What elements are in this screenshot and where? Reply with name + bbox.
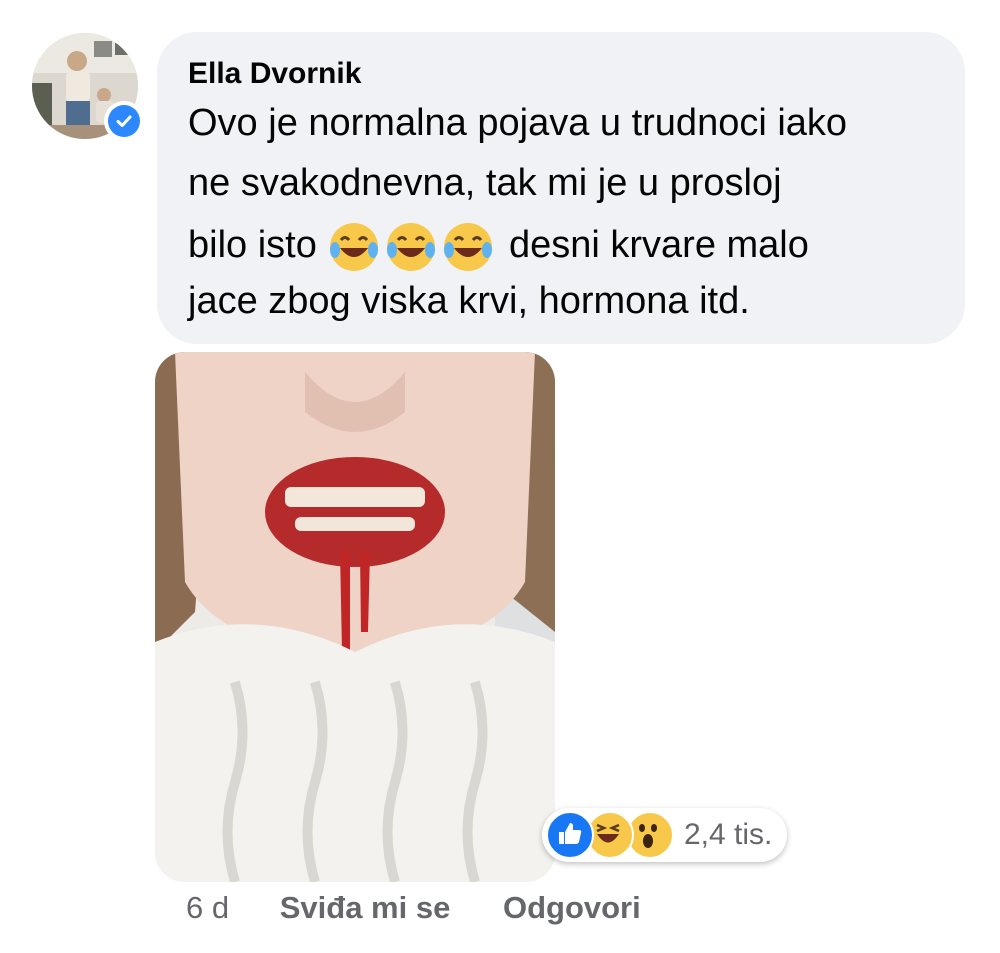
comment-text-line-with-emoji: bilo isto desni krvare malo — [188, 220, 809, 274]
reaction-count: 2,4 tis. — [684, 818, 773, 851]
comment-author-name[interactable]: Ella Dvornik — [188, 56, 933, 92]
reply-button[interactable]: Odgovori — [503, 890, 641, 926]
like-button[interactable]: Sviđa mi se — [280, 890, 451, 926]
verified-badge-icon — [104, 101, 144, 141]
like-reaction-icon — [546, 811, 594, 859]
laughing-with-tears-emoji — [441, 220, 495, 274]
reactions-summary[interactable]: 2,4 tis. — [542, 808, 787, 862]
comment-bubble: Ella Dvornik Ovo je normalna pojava u tr… — [157, 32, 965, 344]
laughing-with-tears-emoji — [384, 220, 438, 274]
laughing-with-tears-emoji — [327, 220, 381, 274]
comment-timestamp[interactable]: 6 d — [186, 890, 229, 926]
comment-text-segment: desni krvare malo — [508, 224, 809, 267]
comment-actions: 6 d Sviđa mi se Odgovori — [186, 890, 641, 926]
comment-text-line: Ovo je normalna pojava u trudnoci iako — [188, 102, 848, 144]
comment-photo[interactable] — [155, 352, 555, 882]
comment-text-line: jace zbog viska krvi, hormona itd. — [188, 280, 750, 322]
comment-text-line: ne svakodnevna, tak mi je u prosloj — [188, 162, 782, 204]
comment-text-segment: bilo isto — [188, 224, 317, 267]
